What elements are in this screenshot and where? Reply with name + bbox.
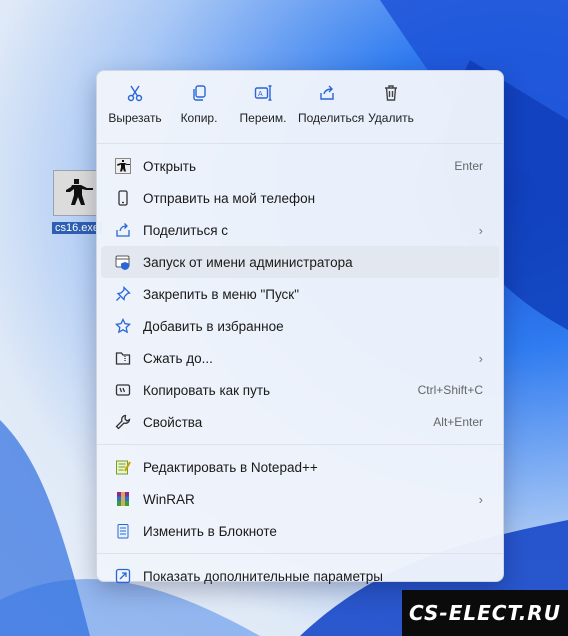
menu-item-pin-to-start[interactable]: Закрепить в меню "Пуск" — [101, 278, 499, 310]
menu-item-label: Закрепить в меню "Пуск" — [143, 286, 299, 302]
separator — [97, 143, 503, 144]
shortcut-text: Ctrl+Shift+C — [417, 383, 483, 397]
chevron-right-icon: › — [478, 491, 483, 507]
menu-item-label: Поделиться с — [143, 222, 229, 238]
watermark-badge: CS-ELECT.RU — [402, 590, 568, 636]
counter-strike-icon — [115, 156, 137, 176]
notepadpp-icon — [115, 457, 137, 477]
separator — [97, 444, 503, 445]
zip-folder-icon — [115, 348, 137, 368]
menu-item-label: Сжать до... — [143, 350, 213, 366]
menu-item-copy-as-path[interactable]: Копировать как путь Ctrl+Shift+C — [101, 374, 499, 406]
share-icon — [318, 81, 336, 105]
menu-item-label: Свойства — [143, 414, 203, 430]
menu-item-add-favorites[interactable]: Добавить в избранное — [101, 310, 499, 342]
share-button[interactable]: Поделиться — [295, 77, 365, 137]
winrar-icon — [115, 489, 137, 509]
pin-icon — [115, 284, 137, 304]
menu-item-label: Добавить в избранное — [143, 318, 284, 334]
more-options-icon — [115, 566, 137, 586]
chevron-right-icon: › — [478, 350, 483, 366]
copy-icon — [190, 81, 208, 105]
admin-shield-icon — [115, 252, 137, 272]
menu-item-label: Редактировать в Notepad++ — [143, 459, 318, 475]
svg-text:A: A — [258, 91, 263, 98]
desktop-icon-label: cs16.exe — [52, 222, 102, 234]
copy-label: Копир. — [180, 111, 218, 125]
context-menu: Вырезать Копир. A Переим. Поделиться Уда… — [96, 70, 504, 584]
delete-button[interactable]: Удалить — [359, 77, 423, 137]
menu-item-send-to-phone[interactable]: Отправить на мой телефон — [101, 182, 499, 214]
share-label: Поделиться — [298, 111, 365, 125]
shortcut-text: Alt+Enter — [433, 415, 483, 429]
menu-item-label: Открыть — [143, 158, 197, 174]
chevron-right-icon: › — [478, 222, 483, 238]
rename-button[interactable]: A Переим. — [231, 77, 295, 137]
rename-icon: A — [254, 81, 272, 105]
menu-item-notepadpp[interactable]: Редактировать в Notepad++ — [101, 451, 499, 483]
shortcut-text: Enter — [454, 159, 483, 173]
cut-label: Вырезать — [108, 111, 162, 125]
menu-item-properties[interactable]: Свойства Alt+Enter — [101, 406, 499, 438]
menu-item-edit-in-notepad[interactable]: Изменить в Блокноте — [101, 515, 499, 547]
wrench-icon — [115, 412, 137, 432]
separator — [97, 553, 503, 554]
menu-item-share-with[interactable]: Поделиться с › — [101, 214, 499, 246]
notepad-icon — [115, 521, 137, 541]
menu-item-label: Запуск от имени администратора — [143, 254, 353, 270]
menu-item-open[interactable]: Открыть Enter — [101, 150, 499, 182]
phone-icon — [115, 188, 137, 208]
menu-item-compress[interactable]: Сжать до... › — [101, 342, 499, 374]
copy-button[interactable]: Копир. — [167, 77, 231, 137]
share-icon — [115, 220, 137, 240]
star-icon — [115, 316, 137, 336]
watermark-text: CS-ELECT.RU — [409, 601, 561, 625]
cut-button[interactable]: Вырезать — [103, 77, 167, 137]
trash-icon — [382, 81, 400, 105]
desktop-icon-cs16[interactable]: cs16.exe — [52, 170, 102, 234]
context-toolbar: Вырезать Копир. A Переим. Поделиться Уда… — [97, 71, 503, 137]
rename-label: Переим. — [239, 111, 287, 125]
menu-item-run-as-admin[interactable]: Запуск от имени администратора — [101, 246, 499, 278]
menu-item-label: WinRAR — [143, 491, 195, 507]
copy-path-icon — [115, 380, 137, 400]
scissors-icon — [126, 81, 144, 105]
menu-item-label: Изменить в Блокноте — [143, 523, 277, 539]
menu-item-label: Копировать как путь — [143, 382, 271, 398]
menu-item-label: Показать дополнительные параметры — [143, 568, 383, 584]
menu-item-winrar[interactable]: WinRAR › — [101, 483, 499, 515]
counter-strike-icon — [53, 170, 99, 216]
menu-item-label: Отправить на мой телефон — [143, 190, 316, 206]
delete-label: Удалить — [368, 111, 414, 125]
menu-item-show-more-options[interactable]: Показать дополнительные параметры — [101, 560, 499, 592]
